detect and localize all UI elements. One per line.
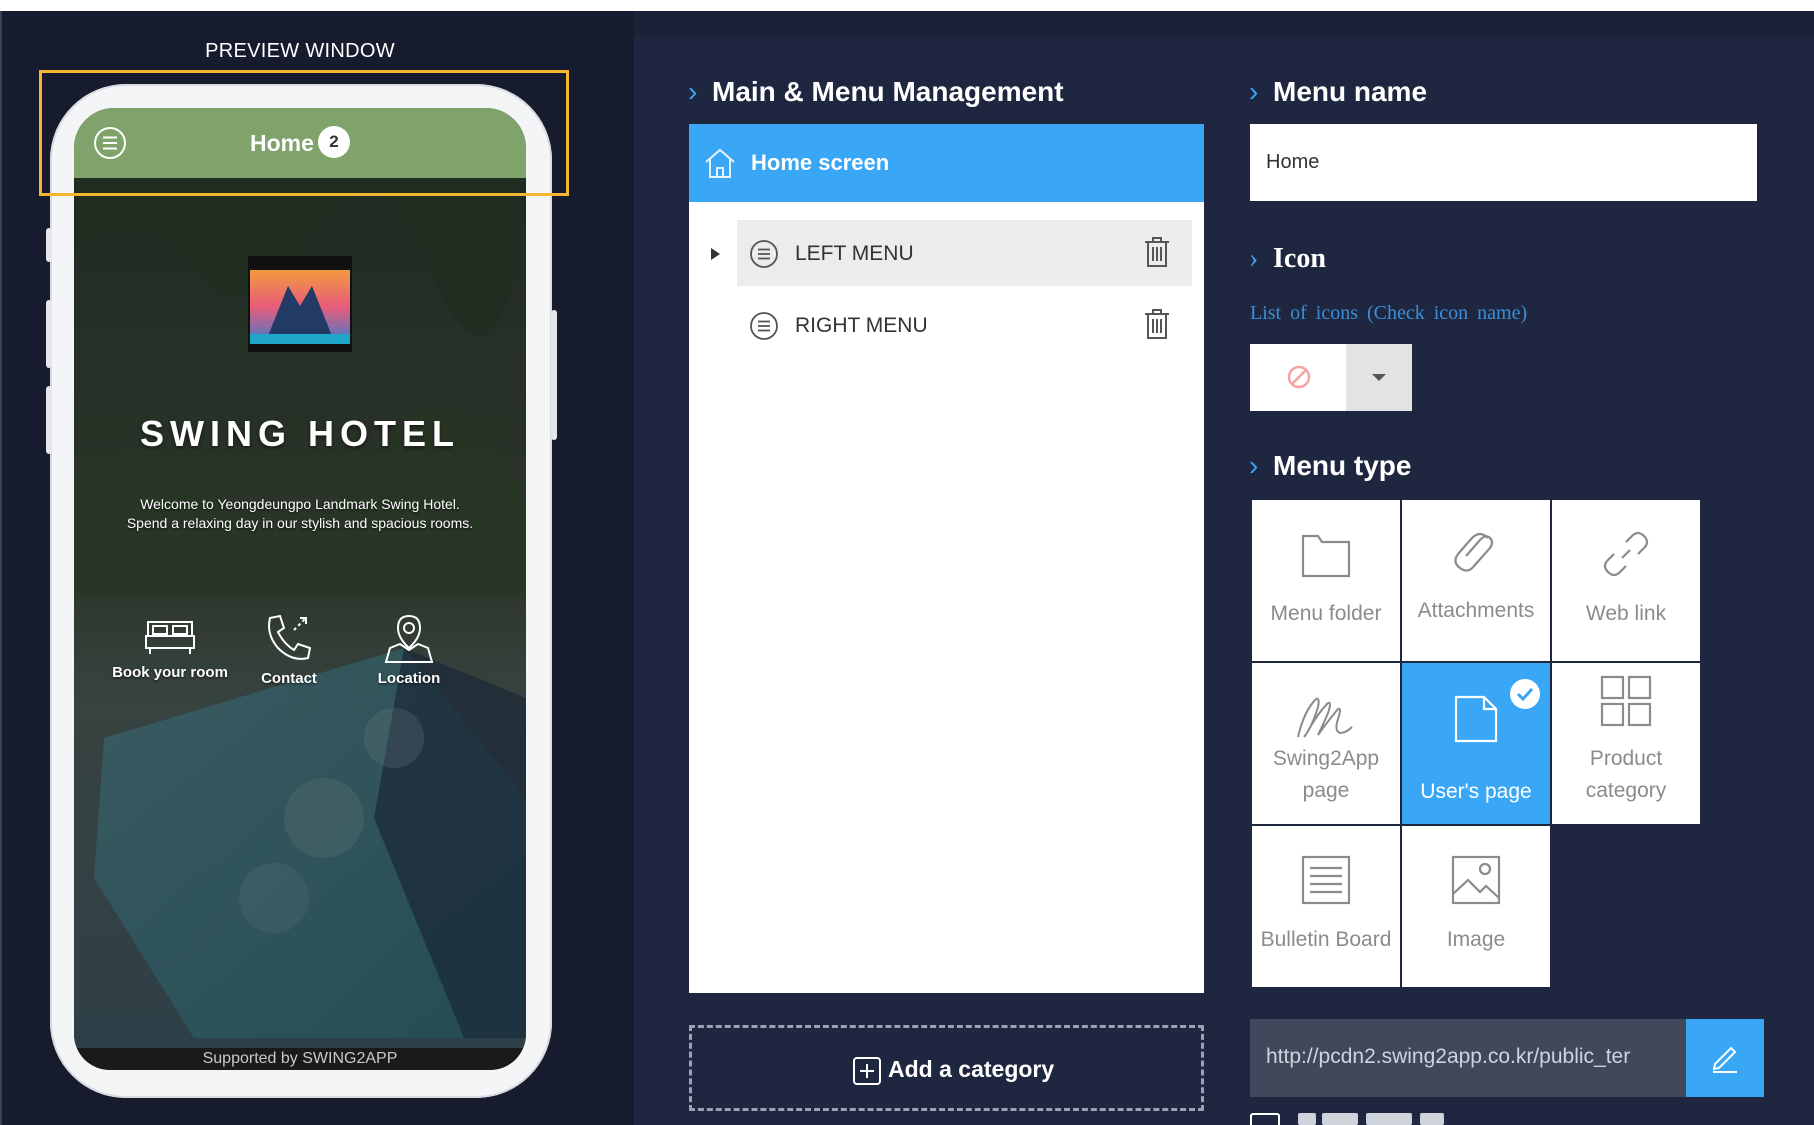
phone-screen: Home 2 SWING HOTEL Welcome to Yeongdeung… [74,108,526,1070]
home-screen-item[interactable]: Home screen [689,124,1204,202]
menu-list-icon [750,240,778,268]
menu-list-icon [750,312,778,340]
tree-item-right-menu[interactable]: RIGHT MENU [737,292,1192,358]
swing2app-page-label: Swing2App page [1272,747,1380,802]
chevron-right-icon: › [1249,450,1259,481]
option-label-cut [1298,1113,1458,1125]
menu-name-title: Menu name [1273,76,1428,107]
menu-type-title: Menu type [1273,450,1412,481]
icon-select-dropdown[interactable] [1250,344,1412,411]
contact-label: Contact [261,670,317,687]
menu-name-input[interactable] [1250,124,1757,201]
page-url-field[interactable]: http://pcdn2.swing2app.co.kr/public_ter [1250,1019,1686,1097]
location-label: Location [377,670,441,687]
menu-name-heading: › Menu name [1249,76,1427,108]
book-room-action[interactable]: Book your room [105,618,235,681]
menu-type-bulletin-board[interactable]: Bulletin Board [1252,826,1400,987]
bed-icon [145,621,195,654]
phone-side-button [46,228,52,262]
folder-icon [1301,534,1351,578]
pencil-icon [1712,1046,1737,1073]
expand-caret-icon[interactable] [711,248,720,260]
right-menu-label: RIGHT MENU [795,314,928,337]
link-icon [1603,531,1649,577]
home-screen-label: Home screen [751,150,890,175]
web-link-label: Web link [1585,602,1667,625]
menu-type-web-link[interactable]: Web link [1552,500,1700,661]
tree-item-left-menu[interactable]: LEFT MENU [737,220,1192,286]
phone-volume-down-button [46,386,52,454]
page-url-text: http://pcdn2.swing2app.co.kr/public_ter [1266,1045,1631,1068]
menu-type-image[interactable]: Image [1402,826,1550,987]
page-icon [1454,695,1498,743]
menu-type-attachments[interactable]: Attachments [1402,500,1550,661]
attachments-label: Attachments [1417,599,1535,622]
phone-volume-up-button [46,300,52,368]
header-highlight-frame [39,70,569,196]
icon-heading: › Icon [1249,243,1326,275]
phone-icon [268,614,312,660]
top-bar [0,0,1814,11]
add-category-button[interactable]: Add a category [689,1025,1204,1111]
caret-down-icon [1372,374,1386,381]
book-room-label: Book your room [112,664,228,681]
home-icon [705,148,735,178]
option-checkbox[interactable] [1250,1113,1280,1125]
chevron-right-icon: › [1249,76,1259,107]
location-action[interactable]: Location [344,612,474,687]
welcome-line-1: Welcome to Yeongdeungpo Landmark Swing H… [140,496,460,512]
users-page-label: User's page [1420,780,1532,803]
icon-list-link[interactable]: List of icons (Check icon name) [1250,302,1527,325]
trash-icon[interactable] [1143,308,1171,340]
main-menu-management-title: Main & Menu Management [712,76,1064,107]
left-menu-label: LEFT MENU [795,242,914,265]
hotel-title: SWING HOTEL [140,413,460,454]
trash-icon[interactable] [1143,236,1171,268]
plus-box-icon [853,1057,881,1085]
grid-icon [1600,675,1652,727]
list-document-icon [1301,855,1351,905]
add-category-label: Add a category [888,1056,1055,1082]
menu-type-heading: › Menu type [1249,450,1411,482]
welcome-line-2: Spend a relaxing day in our stylish and … [126,515,474,531]
menu-type-menu-folder[interactable]: Menu folder [1252,500,1400,661]
chevron-right-icon: › [688,76,698,107]
menu-tree-panel: Home screen LEFT MENU RIGHT MENU [689,124,1204,993]
icon-title: Icon [1273,243,1326,274]
contact-action[interactable]: Contact [224,612,354,687]
chevron-right-icon: › [1249,243,1259,274]
welcome-text: Welcome to Yeongdeungpo Landmark Swing H… [94,495,506,533]
menu-type-product-category[interactable]: Product category [1552,663,1700,824]
preview-window-label: PREVIEW WINDOW [205,40,395,62]
edit-url-button[interactable] [1686,1019,1764,1097]
image-label: Image [1446,928,1506,951]
phone-power-button [551,310,557,440]
signature-icon [1297,697,1353,738]
selected-check-icon [1510,679,1540,709]
location-pin-icon [384,614,434,663]
menu-type-swing2app-page[interactable]: Swing2App page [1252,663,1400,824]
paperclip-icon [1454,532,1494,572]
menu-type-users-page[interactable]: User's page [1402,663,1550,824]
menu-folder-label: Menu folder [1270,602,1382,625]
hotel-logo-image [248,256,352,352]
bulletin-board-label: Bulletin Board [1260,928,1392,951]
image-icon [1451,855,1501,905]
main-menu-management-heading: › Main & Menu Management [688,76,1064,108]
supported-by-footer: Supported by SWING2APP [74,1048,526,1070]
dropdown-toggle[interactable] [1346,344,1412,411]
no-icon [1287,365,1311,389]
product-category-label: Product category [1585,747,1667,802]
